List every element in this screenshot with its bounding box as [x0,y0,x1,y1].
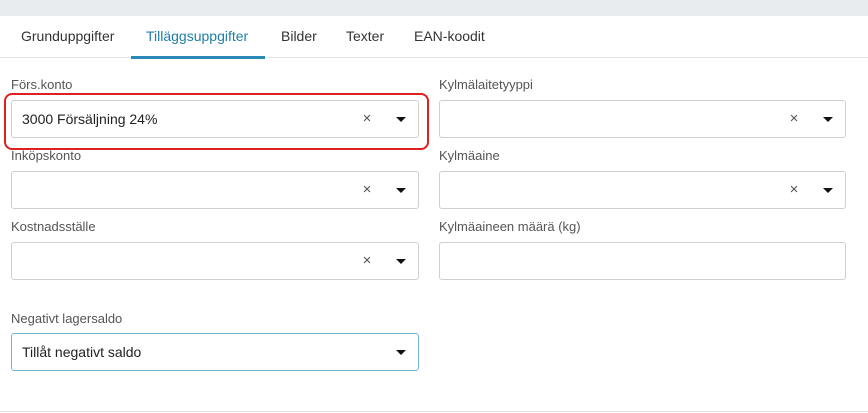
divider [0,411,868,412]
cooling-device-type-label: Kylmälaitetyyppi [439,77,533,92]
cost-center-label: Kostnadsställe [11,219,96,234]
caret-down-icon[interactable] [396,188,406,193]
caret-down-icon[interactable] [396,350,406,355]
caret-down-icon[interactable] [823,188,833,193]
cost-center-select[interactable]: × [11,242,419,280]
purchase-account-label: Inköpskonto [11,148,82,163]
top-strip [0,0,868,16]
tab-ean-koodit[interactable]: EAN-koodit [414,16,485,58]
refrigerant-amount-input[interactable] [439,242,846,280]
tab-label: Tilläggsuppgifter [146,28,249,44]
close-icon[interactable]: × [787,172,801,208]
close-icon[interactable]: × [360,243,374,279]
cooling-device-type-select[interactable]: × [439,100,846,138]
active-tab-indicator [131,56,265,59]
close-icon[interactable]: × [787,101,801,137]
refrigerant-amount-label: Kylmäaineen määrä (kg) [439,219,581,234]
refrigerant-select[interactable]: × [439,171,846,209]
purchase-account-select[interactable]: × [11,171,419,209]
tab-texter[interactable]: Texter [346,16,384,58]
refrigerant-label: Kylmäaine [439,148,500,163]
tab-bilder[interactable]: Bilder [281,16,317,58]
negative-stock-select[interactable]: Tillåt negativt saldo [11,333,419,371]
tab-tillaggsuppgifter[interactable]: Tilläggsuppgifter [131,16,265,59]
highlight-frame [4,93,429,150]
caret-down-icon[interactable] [823,117,833,122]
negative-stock-value: Tillåt negativt saldo [22,344,142,360]
tab-bar: Grunduppgifter Tilläggsuppgifter Bilder … [0,16,868,59]
close-icon[interactable]: × [360,172,374,208]
negative-stock-label: Negativt lagersaldo [11,311,123,326]
sales-account-label: Förs.konto [11,77,73,92]
caret-down-icon[interactable] [396,259,406,264]
tab-grunduppgifter[interactable]: Grunduppgifter [21,16,114,58]
